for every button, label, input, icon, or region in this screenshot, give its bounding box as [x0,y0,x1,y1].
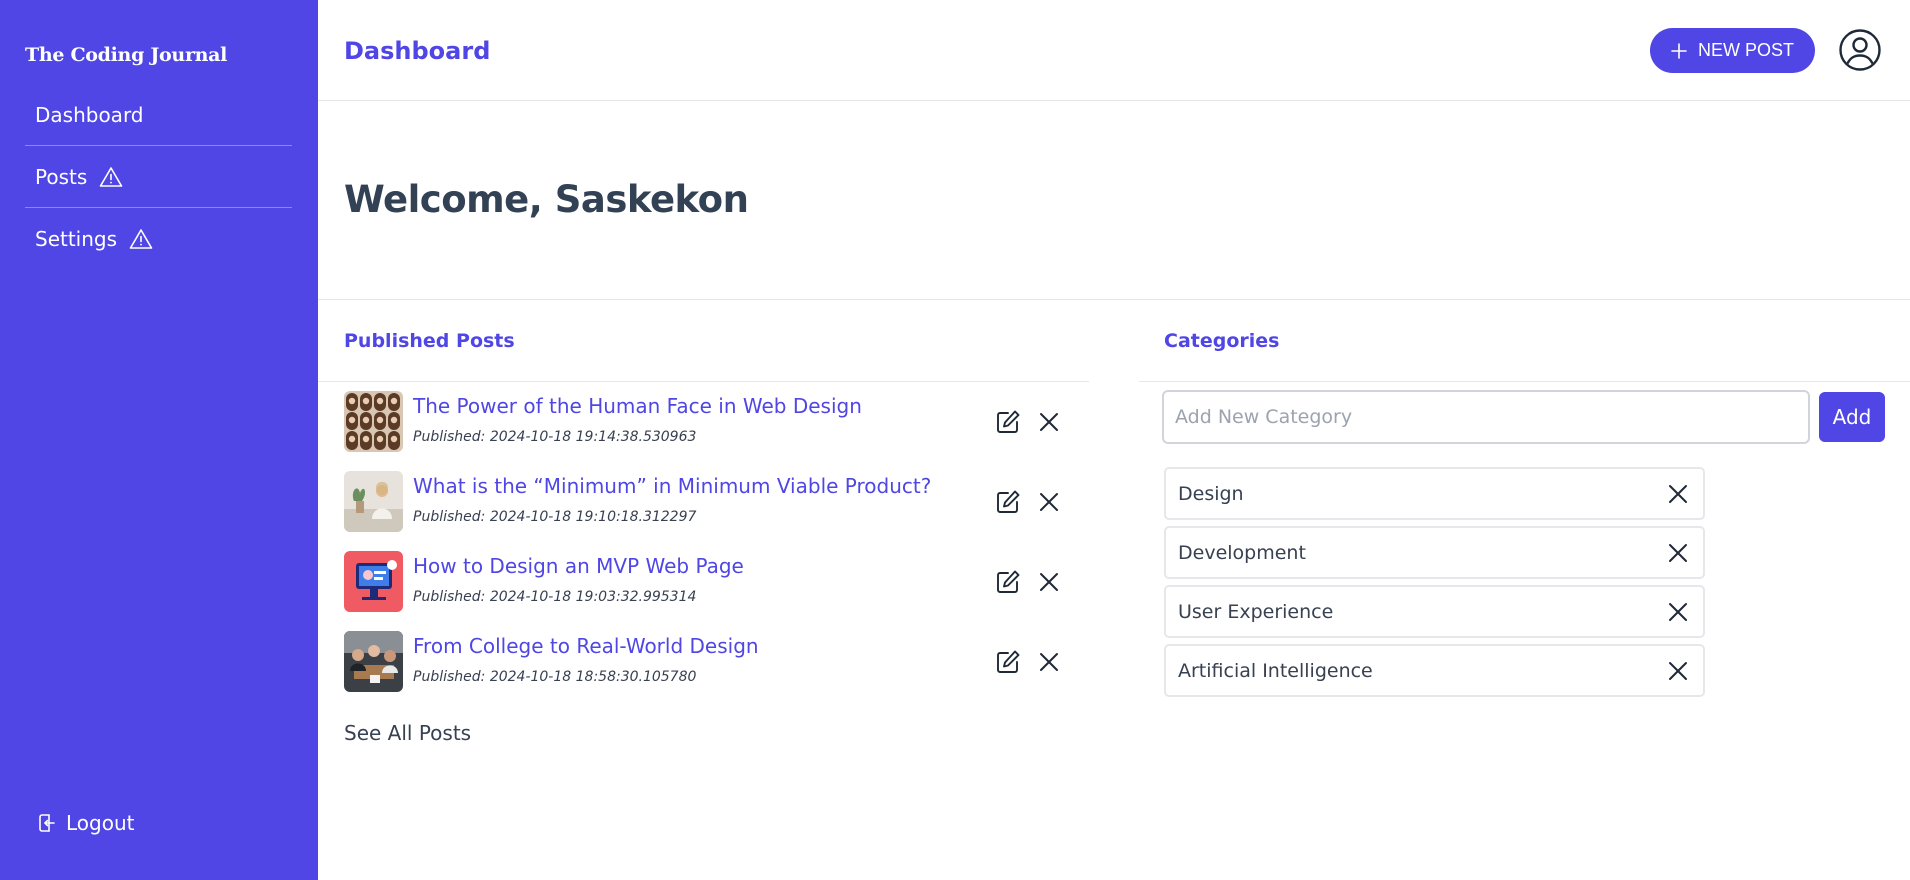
divider [1139,381,1910,382]
category-name: Design [1178,483,1244,505]
post-title-link[interactable]: The Power of the Human Face in Web Desig… [413,394,862,418]
post-thumbnail [344,631,403,692]
category-item: Artificial Intelligence [1164,644,1705,697]
delete-post-button[interactable] [1037,570,1061,594]
top-bar: Dashboard NEW POST [318,0,1910,101]
category-name: User Experience [1178,601,1334,623]
edit-post-button[interactable] [994,568,1022,596]
post-row: What is the “Minimum” in Minimum Viable … [344,471,1064,533]
category-item: Design [1164,467,1705,520]
edit-icon [997,570,1020,593]
warning-icon [129,228,153,250]
edit-icon [997,410,1020,433]
sidebar-item-label: Dashboard [35,102,144,127]
close-icon [1669,544,1687,562]
close-icon [1040,653,1058,671]
warning-icon [99,166,123,188]
category-item: User Experience [1164,585,1705,638]
divider [318,299,1910,300]
close-icon [1669,485,1687,503]
category-name: Artificial Intelligence [1178,660,1373,682]
user-circle-icon [1839,29,1881,71]
post-title-link[interactable]: How to Design an MVP Web Page [413,554,744,578]
welcome-heading: Welcome, Saskekon [344,178,749,221]
category-name: Development [1178,542,1306,564]
new-post-button[interactable]: NEW POST [1650,28,1815,73]
post-row: How to Design an MVP Web Page Published:… [344,551,1064,613]
user-avatar-button[interactable] [1838,28,1882,72]
edit-post-button[interactable] [994,488,1022,516]
post-thumbnail [344,471,403,532]
post-thumbnail [344,551,403,612]
post-thumbnail [344,391,403,452]
post-row: From College to Real-World Design Publis… [344,631,1064,693]
post-title-link[interactable]: What is the “Minimum” in Minimum Viable … [413,474,931,498]
close-icon [1040,413,1058,431]
divider [318,381,1089,382]
category-item: Development [1164,526,1705,579]
delete-post-button[interactable] [1037,650,1061,674]
categories-heading: Categories [1164,330,1280,352]
page-title: Dashboard [344,37,491,65]
post-published-date: Published: 2024-10-18 19:03:32.995314 [413,589,697,605]
delete-post-button[interactable] [1037,490,1061,514]
sidebar: The Coding Journal Dashboard Posts Setti… [0,0,318,880]
delete-category-button[interactable] [1666,541,1690,565]
edit-icon [997,490,1020,513]
sidebar-item-label: Posts [35,164,88,189]
delete-post-button[interactable] [1037,410,1061,434]
delete-category-button[interactable] [1666,659,1690,683]
post-published-date: Published: 2024-10-18 19:14:38.530963 [413,429,697,445]
close-icon [1669,603,1687,621]
post-published-date: Published: 2024-10-18 19:10:18.312297 [413,509,697,525]
post-published-date: Published: 2024-10-18 18:58:30.105780 [413,669,697,685]
sidebar-nav: Dashboard Posts Settings [25,84,292,270]
post-title-link[interactable]: From College to Real-World Design [413,634,759,658]
edit-post-button[interactable] [994,408,1022,436]
brand-title: The Coding Journal [25,44,228,66]
logout-button[interactable]: Logout [37,811,134,835]
post-row: The Power of the Human Face in Web Desig… [344,391,1064,453]
close-icon [1040,573,1058,591]
sidebar-item-settings[interactable]: Settings [25,208,292,270]
published-posts-heading: Published Posts [344,330,515,352]
logout-icon [37,812,57,834]
edit-icon [997,650,1020,673]
delete-category-button[interactable] [1666,600,1690,624]
delete-category-button[interactable] [1666,482,1690,506]
logout-label: Logout [66,811,135,835]
new-post-label: NEW POST [1697,40,1794,60]
add-category-input[interactable] [1162,390,1810,444]
sidebar-item-posts[interactable]: Posts [25,146,292,208]
add-category-button[interactable]: Add [1819,392,1885,442]
see-all-posts-link[interactable]: See All Posts [344,721,471,745]
close-icon [1040,493,1058,511]
edit-post-button[interactable] [994,648,1022,676]
sidebar-item-dashboard[interactable]: Dashboard [25,84,292,146]
close-icon [1669,662,1687,680]
plus-icon [1671,42,1687,59]
sidebar-item-label: Settings [35,227,118,251]
